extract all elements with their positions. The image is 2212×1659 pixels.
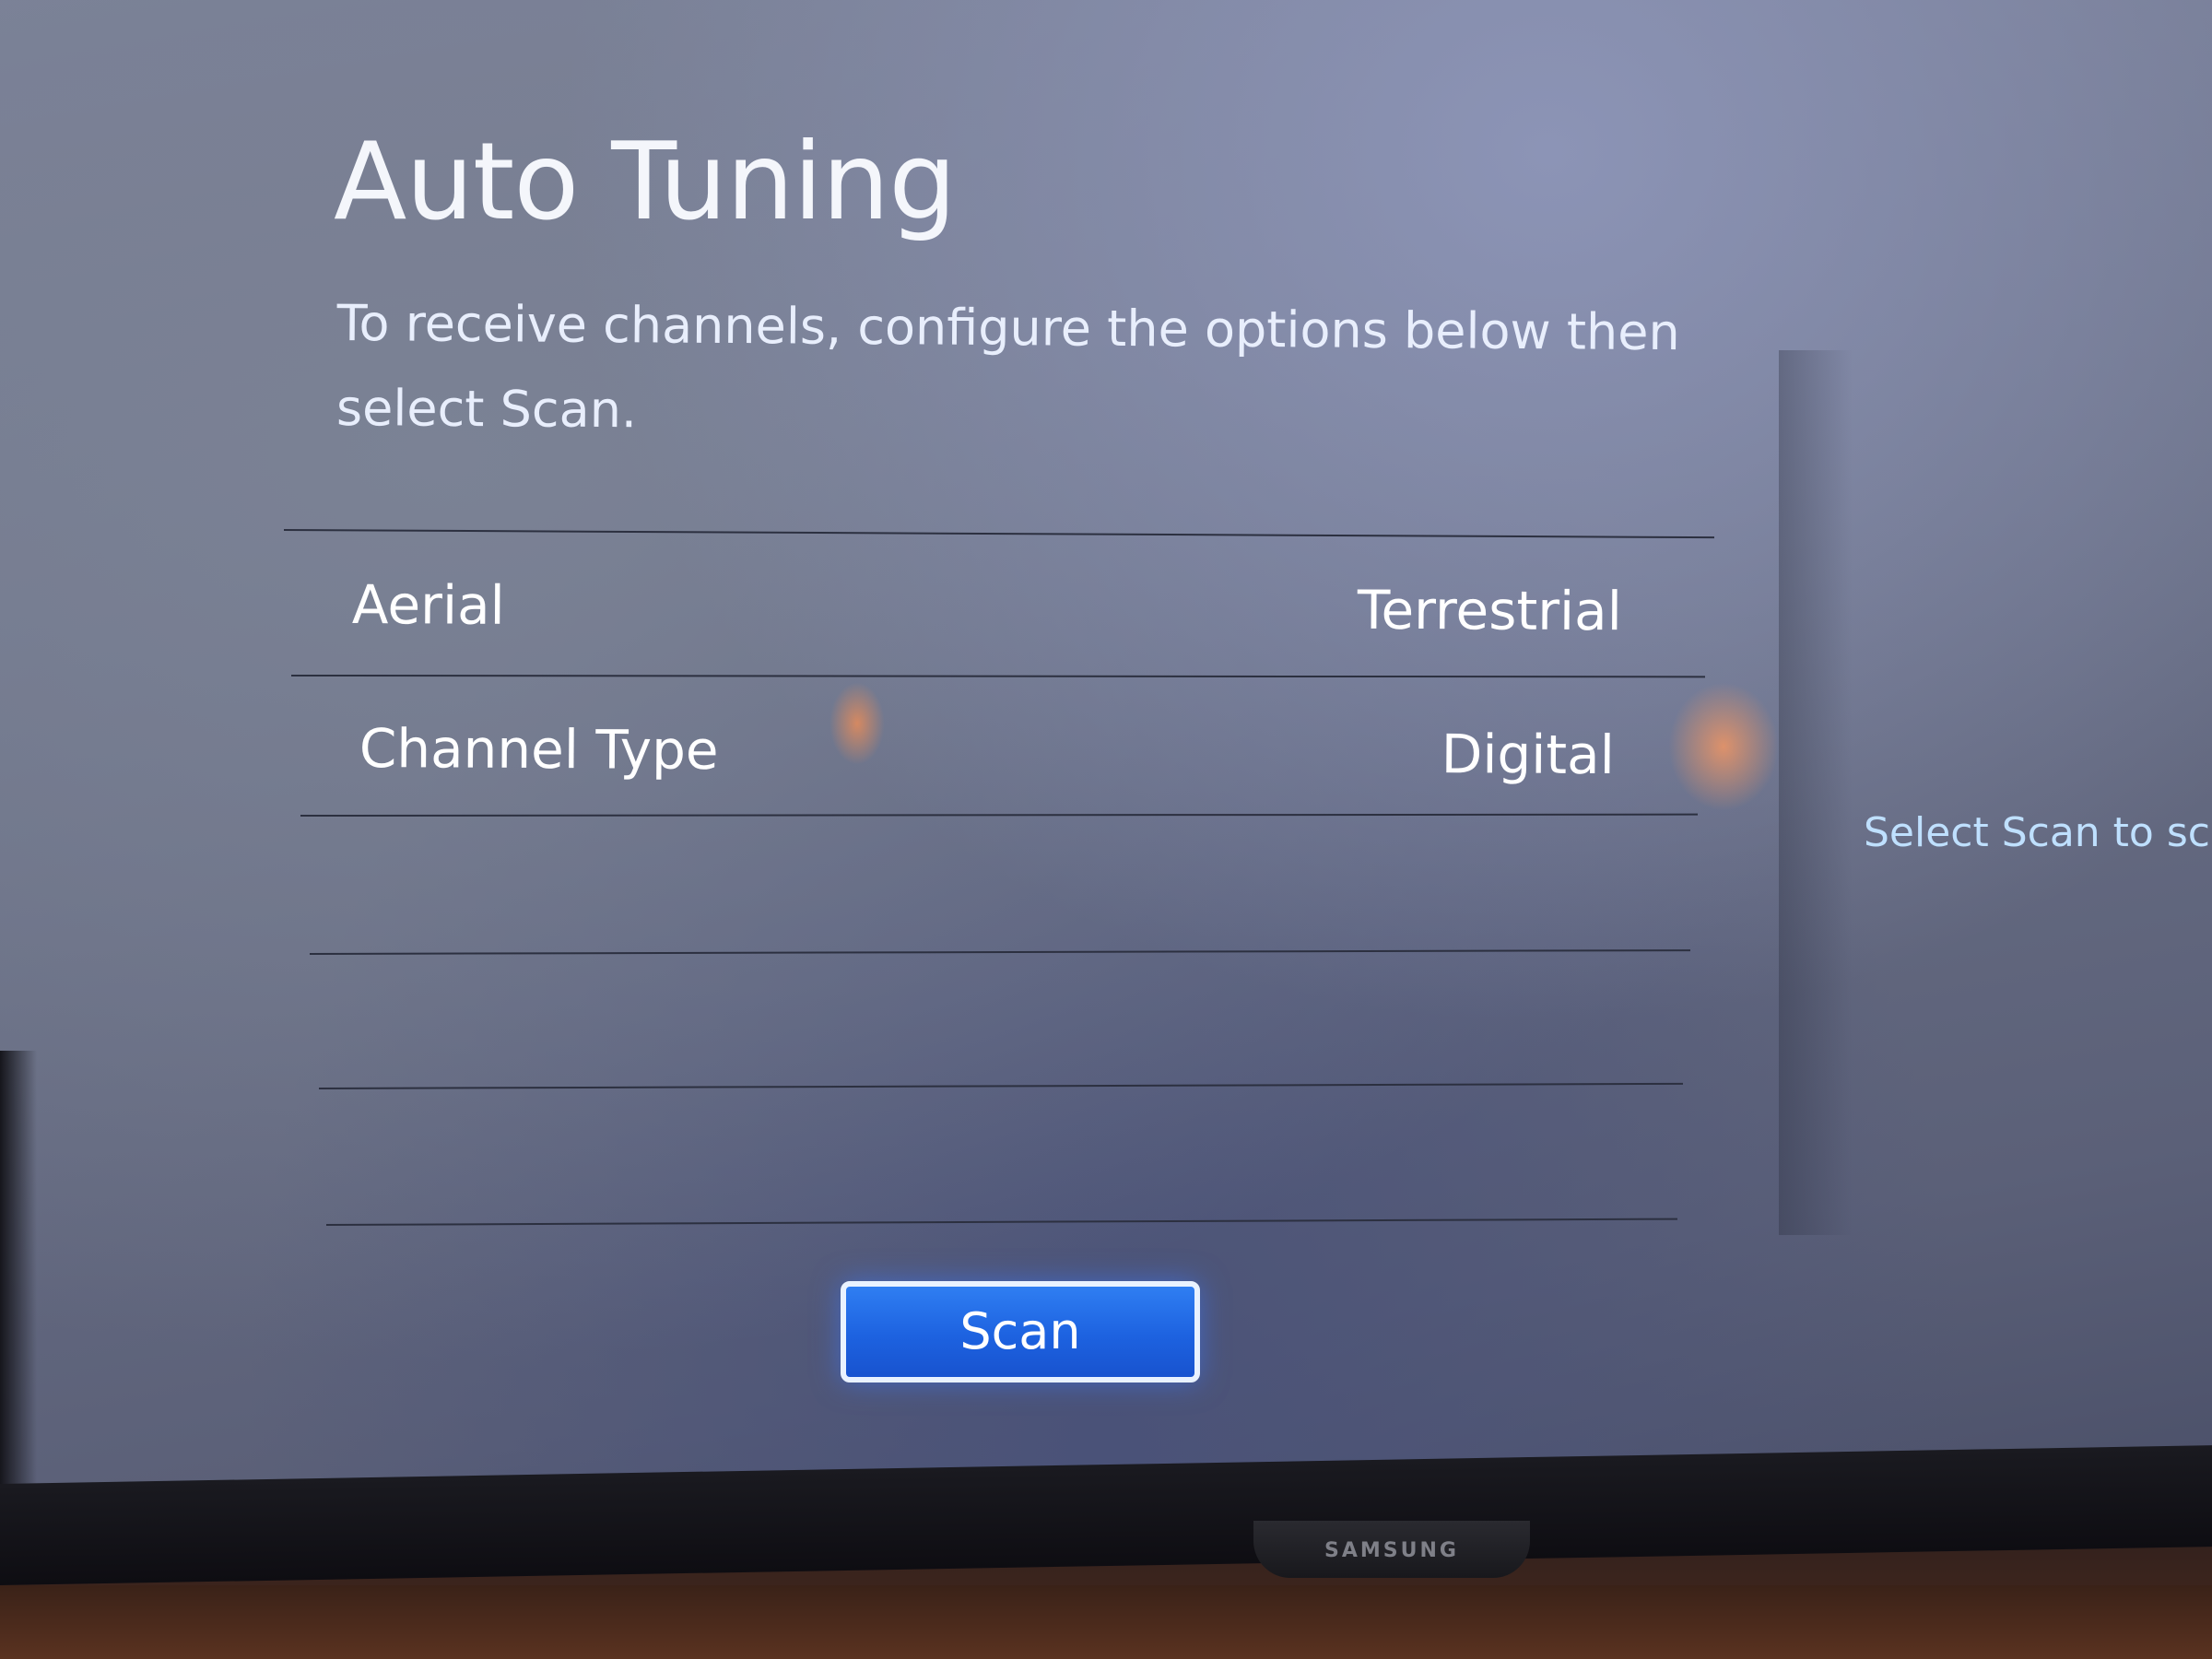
- setting-row-channel-type[interactable]: Channel Type Digital: [359, 717, 1615, 843]
- setting-value: Terrestrial: [1357, 578, 1622, 643]
- side-panel-divider: [1779, 350, 1853, 1235]
- page-title: Auto Tuning: [334, 120, 957, 244]
- help-hint: Select Scan to scan: [1864, 809, 2212, 856]
- light-glare: [1668, 682, 1779, 811]
- setting-value: Digital: [1441, 723, 1615, 787]
- setting-label: Channel Type: [359, 717, 719, 782]
- setting-row-aerial[interactable]: Aerial Terrestrial: [351, 573, 1622, 700]
- tv-photo: Auto Tuning To receive channels, configu…: [0, 0, 2212, 1659]
- scan-button[interactable]: Scan: [841, 1281, 1200, 1382]
- instructions-text: To receive channels, configure the optio…: [335, 293, 1680, 440]
- setting-label: Aerial: [351, 573, 505, 637]
- tv-bezel: [0, 1051, 37, 1530]
- background-surface: [0, 1585, 2212, 1659]
- brand-logo: SAMSUNG: [1324, 1539, 1459, 1562]
